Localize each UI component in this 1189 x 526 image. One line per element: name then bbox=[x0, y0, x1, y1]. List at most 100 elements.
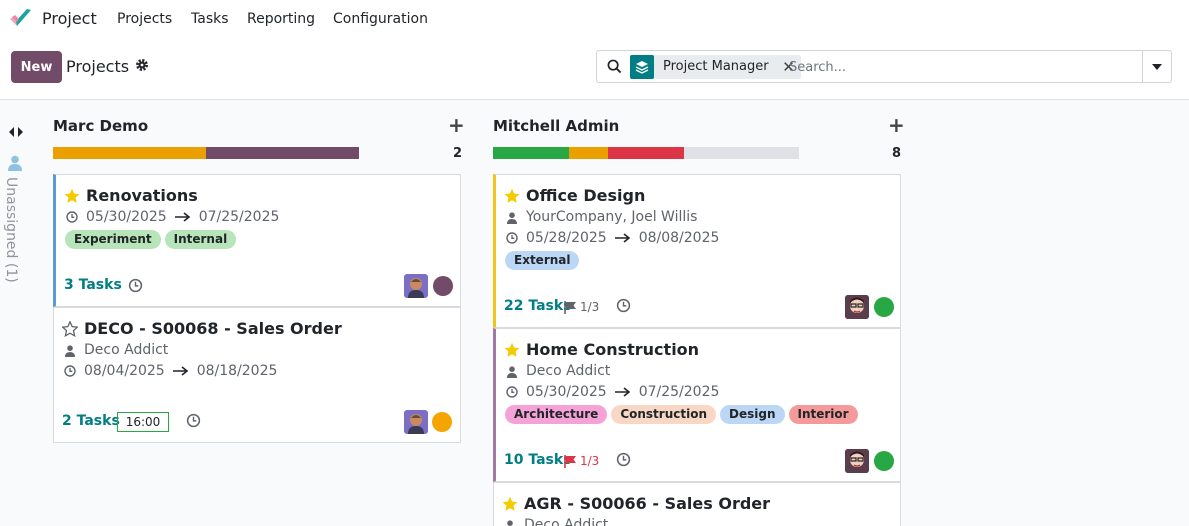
search-options-toggle[interactable] bbox=[1142, 51, 1171, 82]
progress-segment[interactable] bbox=[569, 147, 608, 159]
status-indicator[interactable] bbox=[432, 412, 452, 432]
gear-icon[interactable] bbox=[135, 58, 149, 72]
star-filled-icon[interactable] bbox=[64, 188, 80, 204]
new-button[interactable]: New bbox=[11, 51, 62, 83]
tag-list: External bbox=[505, 251, 580, 270]
menu-projects[interactable]: Projects bbox=[117, 11, 172, 27]
allocated-time: 16:00 bbox=[117, 412, 169, 432]
project-partner: Deco Addict bbox=[524, 517, 609, 526]
progress-segment[interactable] bbox=[493, 147, 569, 159]
tasks-link[interactable]: 2 Tasks bbox=[62, 413, 120, 429]
date-end: 08/18/2025 bbox=[196, 363, 278, 379]
tasks-link[interactable]: 22 Tasks bbox=[504, 298, 572, 314]
date-start: 05/30/2025 bbox=[526, 384, 607, 400]
date-start: 05/28/2025 bbox=[526, 230, 607, 246]
control-panel: New Projects Project Manager ✕ bbox=[0, 38, 1189, 100]
caret-down-icon bbox=[1152, 63, 1162, 70]
layers-icon bbox=[630, 55, 654, 79]
column-title: Mitchell Admin bbox=[493, 117, 620, 135]
clock-icon bbox=[64, 365, 76, 377]
milestone-count: 1/3 bbox=[580, 300, 600, 314]
tag-list: Experiment Internal bbox=[65, 230, 237, 249]
tag: Internal bbox=[164, 230, 237, 249]
menu-tasks[interactable]: Tasks bbox=[191, 11, 229, 27]
avatar[interactable] bbox=[404, 410, 428, 434]
project-partner: Deco Addict bbox=[526, 363, 611, 379]
flag-icon bbox=[564, 300, 576, 314]
project-title: Office Design bbox=[526, 186, 646, 205]
date-end: 07/25/2025 bbox=[198, 209, 280, 225]
date-end: 08/08/2025 bbox=[638, 230, 720, 246]
tag: Architecture bbox=[505, 405, 608, 424]
project-card[interactable]: Home Construction Deco Addict 05/30/2025… bbox=[493, 328, 901, 482]
folded-column-label: Unassigned (1) bbox=[3, 177, 19, 283]
project-card[interactable]: AGR - S00066 - Sales Order Deco Addict bbox=[493, 482, 901, 526]
progress-segment[interactable] bbox=[53, 147, 206, 159]
activity-clock-icon[interactable] bbox=[616, 452, 631, 467]
tasks-link[interactable]: 10 Tasks bbox=[504, 452, 572, 468]
user-icon bbox=[65, 345, 75, 357]
date-start: 05/30/2025 bbox=[86, 209, 167, 225]
project-card[interactable]: Renovations 05/30/2025 07/25/2025 Experi… bbox=[53, 174, 461, 307]
milestone-progress[interactable]: 1/3 bbox=[564, 454, 599, 468]
search-icon[interactable] bbox=[607, 59, 622, 74]
progress-segment[interactable] bbox=[608, 147, 684, 159]
project-title: AGR - S00066 - Sales Order bbox=[524, 494, 771, 513]
tag: External bbox=[505, 251, 580, 270]
menu-reporting[interactable]: Reporting bbox=[247, 11, 315, 27]
status-indicator[interactable] bbox=[874, 451, 894, 471]
progress-segment[interactable] bbox=[206, 147, 359, 159]
app-name[interactable]: Project bbox=[42, 9, 97, 28]
milestone-progress[interactable]: 1/3 bbox=[564, 300, 599, 314]
activity-clock-icon[interactable] bbox=[186, 413, 201, 428]
avatar[interactable] bbox=[845, 295, 869, 319]
project-title: Renovations bbox=[86, 186, 198, 205]
arrow-right-icon bbox=[172, 366, 188, 376]
facet-label: Project Manager bbox=[663, 59, 769, 74]
flag-icon bbox=[564, 454, 576, 468]
tag: Experiment bbox=[65, 230, 161, 249]
expand-arrows-icon[interactable] bbox=[9, 126, 23, 138]
progress-segment[interactable] bbox=[684, 147, 799, 159]
column-progress-bar[interactable] bbox=[53, 147, 359, 159]
column-progress-bar[interactable] bbox=[493, 147, 799, 159]
folded-column-unassigned[interactable]: Unassigned (1) bbox=[3, 155, 27, 295]
milestone-count: 1/3 bbox=[580, 454, 600, 468]
clock-icon bbox=[506, 386, 518, 398]
tag: Design bbox=[720, 405, 785, 424]
column-title: Marc Demo bbox=[53, 117, 149, 135]
project-partner: Deco Addict bbox=[84, 342, 169, 358]
project-dates: 05/30/2025 07/25/2025 bbox=[86, 209, 279, 225]
project-app-logo-icon[interactable] bbox=[9, 8, 33, 30]
tag: Construction bbox=[611, 405, 716, 424]
search-input[interactable] bbox=[789, 57, 1129, 77]
arrow-right-icon bbox=[614, 233, 630, 243]
activity-clock-icon[interactable] bbox=[128, 278, 143, 293]
add-to-column-icon[interactable]: + bbox=[888, 115, 905, 135]
project-dates: 08/04/2025 08/18/2025 bbox=[84, 363, 277, 379]
status-indicator[interactable] bbox=[433, 276, 453, 296]
menu-configuration[interactable]: Configuration bbox=[333, 11, 428, 27]
column-count: 2 bbox=[453, 146, 463, 161]
project-title: Home Construction bbox=[526, 340, 700, 359]
user-icon bbox=[507, 212, 517, 224]
column-count: 8 bbox=[892, 146, 902, 161]
tasks-link[interactable]: 3 Tasks bbox=[64, 277, 122, 293]
breadcrumb: Projects bbox=[66, 57, 130, 76]
date-start: 08/04/2025 bbox=[84, 363, 165, 379]
avatar[interactable] bbox=[845, 449, 869, 473]
star-outline-icon[interactable] bbox=[62, 321, 78, 337]
project-dates: 05/30/2025 07/25/2025 bbox=[526, 384, 719, 400]
activity-clock-icon[interactable] bbox=[616, 298, 631, 313]
arrow-right-icon bbox=[614, 387, 630, 397]
status-indicator[interactable] bbox=[874, 297, 894, 317]
star-filled-icon[interactable] bbox=[504, 342, 520, 358]
project-card[interactable]: DECO - S00068 - Sales Order Deco Addict … bbox=[53, 307, 461, 443]
search-bar: Project Manager ✕ bbox=[596, 50, 1172, 83]
date-end: 07/25/2025 bbox=[638, 384, 720, 400]
add-to-column-icon[interactable]: + bbox=[448, 115, 465, 135]
star-filled-icon[interactable] bbox=[504, 188, 520, 204]
avatar[interactable] bbox=[404, 274, 428, 298]
star-filled-icon[interactable] bbox=[502, 496, 518, 512]
project-card[interactable]: Office Design YourCompany, Joel Willis 0… bbox=[493, 174, 901, 328]
